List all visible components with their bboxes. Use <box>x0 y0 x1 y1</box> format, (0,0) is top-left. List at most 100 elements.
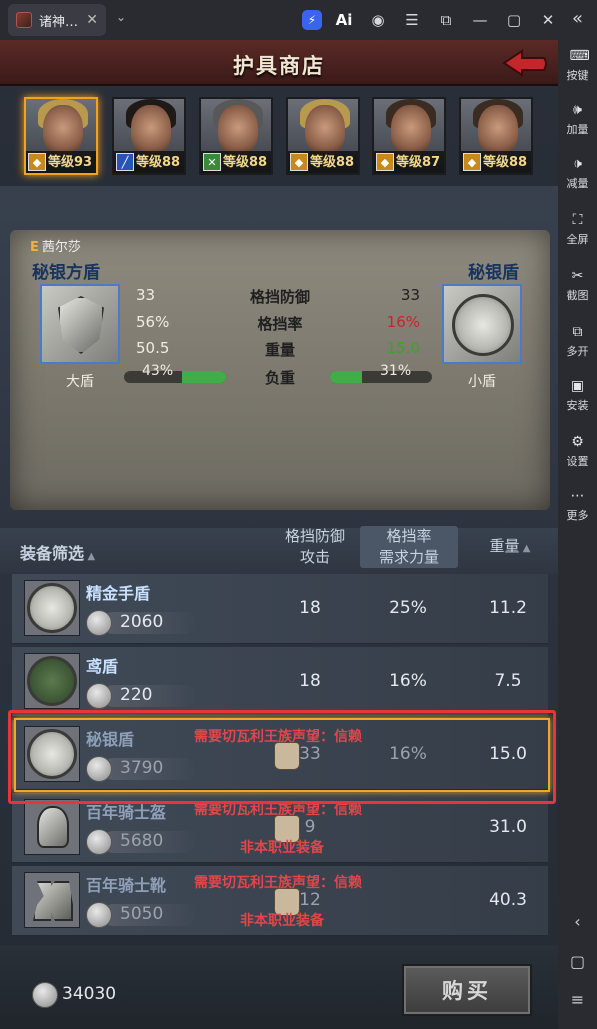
hero-portrait <box>391 105 431 155</box>
hero-portrait <box>305 105 345 155</box>
sort-caret-icon: ▲ <box>84 551 96 562</box>
helmet-icon <box>24 799 80 855</box>
hero-selector: ◆ 等级93 ╱ 等级88 ✕ 等级88 ◆ 等级88 ◆ 等级87 ◆ 等级8… <box>0 86 558 186</box>
sidebar-item-screenshot[interactable]: ✂ 截图 <box>558 268 597 303</box>
list-item[interactable]: 鸢盾 220 18 16% 7.5 <box>12 647 548 717</box>
compare-left-value: 56% <box>136 313 170 331</box>
item-price: 5680 <box>120 831 164 851</box>
requirement-text: 需要切瓦利王族声望：信赖 <box>194 875 362 891</box>
silver-coin-icon <box>86 610 112 636</box>
item-weight: 40.3 <box>489 890 527 910</box>
hero-portrait <box>43 105 83 155</box>
hero-slot[interactable]: ◆ 等级88 <box>286 97 360 175</box>
item-price: 2060 <box>120 612 164 632</box>
hero-name-label: E 茜尔莎 <box>30 236 81 255</box>
sidebar-item-label: 截图 <box>566 289 589 302</box>
column-label: 格挡防御 <box>284 527 345 545</box>
account-icon[interactable]: ◉ <box>366 8 390 32</box>
sidebar-item-volume-down[interactable]: 🕩 减量 <box>558 156 597 191</box>
selected-item-icon[interactable] <box>442 284 522 364</box>
hero-slot[interactable]: ◆ 等级87 <box>372 97 446 175</box>
item-price: 5050 <box>120 904 164 924</box>
sort-column-defense[interactable]: 格挡防御 攻击 <box>270 526 360 568</box>
sort-column-block-rate[interactable]: 格挡率 需求力量 <box>360 526 458 568</box>
volume-up-icon: 🕪 <box>573 102 582 118</box>
hero-level: 等级88 <box>223 155 268 170</box>
item-weight: 7.5 <box>494 671 522 691</box>
home-nav-icon[interactable]: ▢ <box>558 952 597 971</box>
compare-right-value: 15.0 <box>386 339 420 357</box>
compare-label: 格挡防御 <box>249 288 310 306</box>
recents-nav-icon[interactable]: ≡ <box>558 990 597 1009</box>
collapse-sidebar-icon[interactable]: « <box>572 8 583 29</box>
hero-slot[interactable]: ╱ 等级88 <box>112 97 186 175</box>
sidebar-item-label: 加量 <box>566 123 589 136</box>
multi-instance-icon: ⧉ <box>572 324 583 340</box>
compare-right-value: 16% <box>386 313 420 331</box>
popout-icon[interactable]: ⧉ <box>434 8 458 32</box>
sidebar-item-fullscreen[interactable]: ⛶ 全屏 <box>558 212 597 247</box>
silver-coin-icon <box>86 902 112 928</box>
compare-row: 33 格挡防御 33 <box>130 284 430 308</box>
left-load-value: 43% <box>142 363 174 379</box>
shop-header: 护具商店 <box>0 40 558 86</box>
sidebar-item-label: 设置 <box>566 455 589 468</box>
emulator-toolbar: 诸神… ✕ ⌄ ⚡ Ai ◉ ☰ ⧉ — ▢ ✕ « <box>0 0 597 40</box>
compare-label: 负重 <box>264 369 295 387</box>
shield-class-icon: ◆ <box>376 153 394 171</box>
hero-slot[interactable]: ◆ 等级93 <box>24 97 98 175</box>
silver-coin-icon <box>86 683 112 709</box>
filter-button[interactable]: 装备筛选 ▲ <box>20 540 95 564</box>
kite-shield-icon <box>24 653 80 709</box>
minimize-icon[interactable]: — <box>468 8 492 32</box>
equipped-item-name: 秘银方盾 <box>32 263 100 283</box>
settings-icon: ⚙ <box>571 434 584 450</box>
round-shield-icon <box>452 294 514 356</box>
hero-portrait <box>131 105 171 155</box>
sidebar-item-settings[interactable]: ⚙ 设置 <box>558 434 597 469</box>
buy-button[interactable]: 购买 <box>402 964 532 1016</box>
back-nav-icon[interactable]: ‹ <box>558 912 597 931</box>
sidebar-item-install[interactable]: ▣ 安装 <box>558 378 597 413</box>
bolt-icon[interactable]: ⚡ <box>302 10 322 30</box>
sidebar-item-label: 全屏 <box>566 233 589 246</box>
compare-row: 50.5 重量 15.0 <box>130 337 430 361</box>
equipped-item-icon[interactable] <box>40 284 120 364</box>
sidebar-item-volume-up[interactable]: 🕪 加量 <box>558 102 597 137</box>
right-load-fill <box>330 371 362 383</box>
hero-level: 等级93 <box>48 155 93 170</box>
ai-icon[interactable]: Ai <box>332 8 356 32</box>
compare-label: 格挡率 <box>257 315 303 333</box>
round-shield-icon <box>24 580 80 636</box>
game-tab[interactable]: 诸神… ✕ <box>8 4 106 36</box>
right-load-value: 31% <box>380 363 412 379</box>
sidebar-item-label: 安装 <box>566 399 589 412</box>
sort-column-weight[interactable]: 重量 ▲ <box>470 536 550 559</box>
compare-label: 重量 <box>264 341 295 359</box>
hero-slot[interactable]: ◆ 等级88 <box>459 97 533 175</box>
sidebar-item-multi[interactable]: ⧉ 多开 <box>558 324 597 359</box>
sidebar-item-keys[interactable]: ⌨ 按键 <box>558 48 597 83</box>
item-name: 鸢盾 <box>86 657 119 676</box>
compare-left-value: 33 <box>136 286 156 304</box>
class-restriction-text: 非本职业装备 <box>240 840 324 856</box>
screenshot-icon: ✂ <box>571 268 584 284</box>
hero-grade: E <box>30 240 39 255</box>
hero-slot[interactable]: ✕ 等级88 <box>199 97 273 175</box>
menu-icon[interactable]: ☰ <box>400 8 424 32</box>
selected-item-name: 秘银盾 <box>468 263 519 283</box>
tab-close-icon[interactable]: ✕ <box>86 12 98 28</box>
keyboard-icon: ⌨ <box>569 48 590 64</box>
list-item[interactable]: 精金手盾 2060 18 25% 11.2 <box>12 574 548 644</box>
close-icon[interactable]: ✕ <box>536 8 560 32</box>
item-weight: 11.2 <box>489 598 527 618</box>
currency-balance: 34030 <box>62 984 117 1004</box>
list-item[interactable]: 百年骑士靴 5050 12 40.3 需要切瓦利王族声望：信赖 非本职业装备 <box>12 866 548 936</box>
sidebar-item-more[interactable]: ⋯ 更多 <box>558 488 597 523</box>
equipped-item-type: 大盾 <box>66 374 94 390</box>
back-arrow-icon[interactable] <box>500 48 550 78</box>
maximize-icon[interactable]: ▢ <box>502 8 526 32</box>
chevron-down-icon[interactable]: ⌄ <box>116 10 126 24</box>
sidebar-item-label: 减量 <box>566 177 589 190</box>
left-load-bar <box>124 371 226 383</box>
